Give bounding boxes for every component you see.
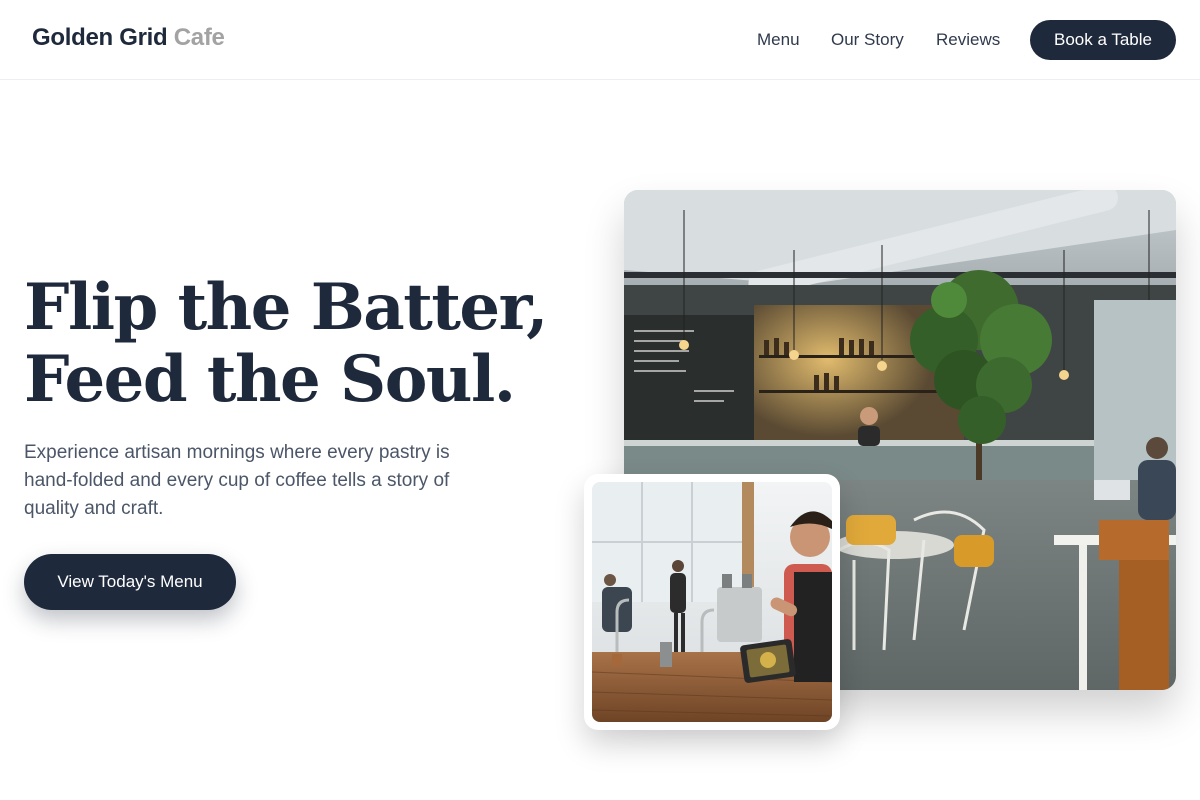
hero-title-line-1: Flip the Batter, — [24, 270, 548, 345]
view-menu-button[interactable]: View Today's Menu — [24, 554, 236, 610]
barista-counter-photo-frame — [584, 474, 840, 730]
book-table-button[interactable]: Book a Table — [1030, 20, 1176, 60]
barista-counter-photo — [592, 482, 832, 722]
nav-link-reviews[interactable]: Reviews — [936, 30, 1000, 50]
site-header: Golden Grid Cafe Menu Our Story Reviews … — [0, 0, 1200, 80]
hero-description: Experience artisan mornings where every … — [24, 442, 450, 519]
brand-name: Golden Grid — [32, 24, 168, 51]
nav-link-our-story[interactable]: Our Story — [831, 30, 904, 50]
barista-illustration — [592, 482, 832, 722]
nav-link-menu[interactable]: Menu — [757, 30, 800, 50]
hero-title-line-2: Feed the Soul. — [24, 342, 516, 417]
hero-title: Flip the Batter, Feed the Soul. — [24, 270, 548, 417]
brand-accent: Cafe — [173, 24, 225, 51]
brand-logo[interactable]: Golden Grid Cafe — [32, 24, 225, 52]
